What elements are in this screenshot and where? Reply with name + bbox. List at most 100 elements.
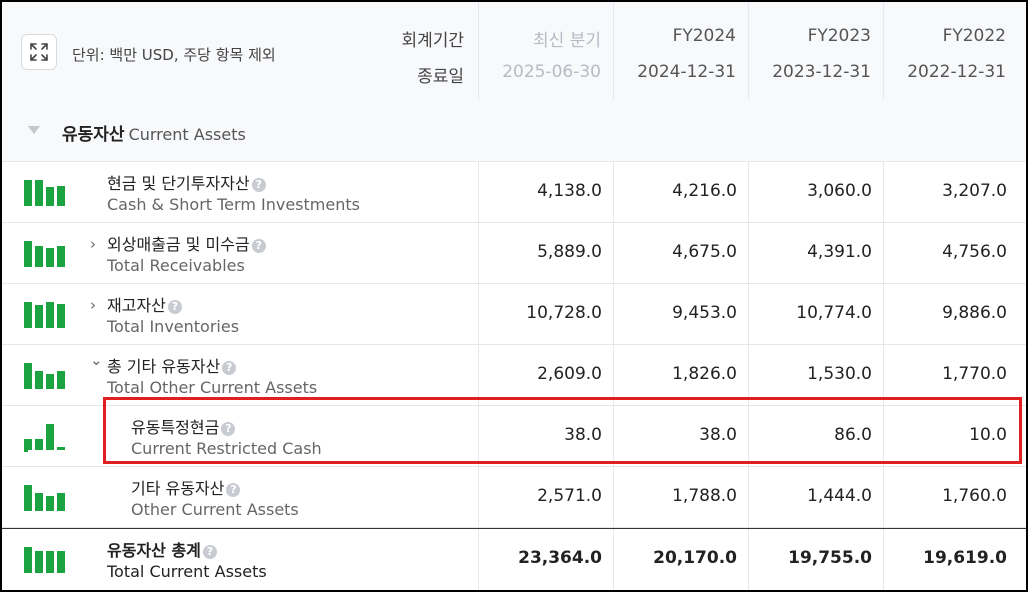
trend-sparkline-icon[interactable] bbox=[24, 545, 68, 575]
column-header-fy2024[interactable]: FY2024 bbox=[613, 26, 736, 46]
row-value: 9,453.0 bbox=[672, 303, 737, 323]
sparkline-bar bbox=[57, 246, 65, 267]
sparkline-bar bbox=[24, 439, 32, 450]
row-name-ko: 총 기타 유동자산? bbox=[107, 353, 237, 377]
sparkline-bar bbox=[57, 304, 65, 328]
sparkline-bar bbox=[46, 302, 54, 328]
trend-sparkline-icon[interactable] bbox=[24, 239, 68, 269]
period-label: 회계기간 bbox=[401, 31, 464, 51]
table-row[interactable]: 기타 유동자산? Other Current Assets 2,571.0 1,788… bbox=[2, 467, 1026, 528]
section-title-en: Current Assets bbox=[128, 125, 246, 144]
row-value: 20,170.0 bbox=[653, 548, 737, 568]
unit-label: 단위: 백만 USD, 주당 항목 제외 bbox=[72, 46, 276, 64]
row-name-en: Other Current Assets bbox=[131, 500, 299, 519]
help-icon[interactable]: ? bbox=[202, 545, 217, 559]
sparkline-bar bbox=[24, 363, 32, 389]
chevron-down-icon[interactable]: ⌄ bbox=[90, 351, 103, 369]
sparkline-bar bbox=[57, 186, 65, 206]
sparkline-bar bbox=[46, 424, 54, 450]
sparkline-bar bbox=[35, 246, 43, 267]
section-title-ko: 유동자산 bbox=[62, 125, 125, 145]
expand-icon bbox=[30, 43, 48, 61]
table-header: 단위: 백만 USD, 주당 항목 제외 회계기간 종료일 최신 분기 2025… bbox=[2, 2, 1026, 101]
section-title: 유동자산 Current Assets bbox=[62, 120, 246, 145]
row-name-ko-text: 총 기타 유동자산 bbox=[107, 357, 221, 376]
row-value: 19,619.0 bbox=[923, 548, 1007, 568]
table-row[interactable]: › 외상매출금 및 미수금? Total Receivables 5,889.0 4,6… bbox=[2, 223, 1026, 284]
row-name-ko: 유동자산 총계? bbox=[107, 537, 217, 561]
table-row[interactable]: 현금 및 단기투자자산? Cash & Short Term Investment… bbox=[2, 162, 1026, 223]
sparkline-bar bbox=[24, 302, 32, 328]
column-header-fy2023[interactable]: FY2023 bbox=[748, 26, 871, 46]
row-value: 3,060.0 bbox=[807, 181, 872, 201]
row-value: 2,571.0 bbox=[537, 486, 602, 506]
sparkline-bar bbox=[46, 248, 54, 267]
column-date-fy2022: 2022-12-31 bbox=[907, 62, 1006, 82]
end-date-label: 종료일 bbox=[417, 67, 464, 87]
triangle-down-icon[interactable] bbox=[27, 125, 41, 135]
sparkline-bar bbox=[57, 551, 65, 573]
row-value: 2,609.0 bbox=[537, 364, 602, 384]
row-value: 1,760.0 bbox=[942, 486, 1007, 506]
row-name-ko-text: 기타 유동자산 bbox=[131, 479, 225, 498]
row-value: 1,444.0 bbox=[807, 486, 872, 506]
sparkline-baseline bbox=[24, 450, 28, 452]
sparkline-bar bbox=[46, 496, 54, 511]
expand-button[interactable] bbox=[21, 34, 57, 70]
sparkline-bar bbox=[57, 371, 65, 389]
table-row[interactable]: 유동자산 총계? Total Current Assets 23,364.0 20,1… bbox=[2, 528, 1026, 590]
help-icon[interactable]: ? bbox=[226, 483, 241, 497]
column-header-latest-quarter[interactable]: 최신 분기 bbox=[478, 26, 601, 51]
row-value: 9,886.0 bbox=[942, 303, 1007, 323]
sparkline-bar bbox=[35, 305, 43, 328]
row-name-ko-text: 외상매출금 및 미수금 bbox=[107, 235, 250, 254]
column-date-fy2023: 2023-12-31 bbox=[772, 62, 871, 82]
sparkline-bar bbox=[46, 374, 54, 389]
row-name-ko-text: 유동자산 총계 bbox=[107, 541, 201, 560]
chevron-right-icon[interactable]: › bbox=[90, 296, 96, 314]
sparkline-bar bbox=[46, 551, 54, 573]
sparkline-bar bbox=[46, 187, 54, 206]
help-icon[interactable]: ? bbox=[251, 239, 266, 253]
row-name-en: Total Other Current Assets bbox=[107, 378, 318, 397]
column-date-fy2024: 2024-12-31 bbox=[637, 62, 736, 82]
sparkline-bar bbox=[35, 371, 43, 389]
help-icon[interactable]: ? bbox=[222, 361, 237, 375]
row-name-ko-text: 재고자산 bbox=[107, 296, 166, 315]
column-date-latest-quarter: 2025-06-30 bbox=[502, 62, 601, 82]
row-value: 4,138.0 bbox=[537, 181, 602, 201]
sparkline-bar bbox=[57, 447, 65, 450]
trend-sparkline-icon[interactable] bbox=[24, 178, 68, 208]
trend-sparkline-icon[interactable] bbox=[24, 483, 68, 513]
trend-sparkline-icon[interactable] bbox=[24, 422, 68, 452]
row-value: 10,728.0 bbox=[526, 303, 602, 323]
trend-sparkline-icon[interactable] bbox=[24, 361, 68, 391]
sparkline-bar bbox=[57, 493, 65, 511]
row-value: 4,756.0 bbox=[942, 242, 1007, 262]
row-name-ko: 외상매출금 및 미수금? bbox=[107, 231, 266, 255]
help-icon[interactable]: ? bbox=[251, 178, 266, 192]
trend-sparkline-icon[interactable] bbox=[24, 300, 68, 330]
row-name-en: Cash & Short Term Investments bbox=[107, 195, 360, 214]
sparkline-bar bbox=[24, 180, 32, 206]
row-value: 23,364.0 bbox=[518, 548, 602, 568]
highlight-box-restricted-cash bbox=[103, 397, 1022, 464]
row-value: 19,755.0 bbox=[788, 548, 872, 568]
row-value: 4,391.0 bbox=[807, 242, 872, 262]
row-name-ko: 현금 및 단기투자자산? bbox=[107, 170, 266, 194]
row-value: 1,530.0 bbox=[807, 364, 872, 384]
row-name-ko: 재고자산? bbox=[107, 292, 182, 316]
help-icon[interactable]: ? bbox=[167, 300, 182, 314]
row-name-ko-text: 현금 및 단기투자자산 bbox=[107, 174, 250, 193]
chevron-right-icon[interactable]: › bbox=[90, 235, 96, 253]
section-current-assets[interactable]: 유동자산 Current Assets bbox=[2, 100, 1026, 162]
column-header-fy2022[interactable]: FY2022 bbox=[883, 26, 1006, 46]
row-value: 10,774.0 bbox=[796, 303, 872, 323]
table-row[interactable]: › 재고자산? Total Inventories 10,728.0 9,453.0 10… bbox=[2, 284, 1026, 345]
row-value: 4,675.0 bbox=[672, 242, 737, 262]
sparkline-bar bbox=[35, 439, 43, 450]
row-name-en: Total Receivables bbox=[107, 256, 245, 275]
row-value: 1,770.0 bbox=[942, 364, 1007, 384]
sparkline-bar bbox=[24, 241, 32, 267]
financial-table: 단위: 백만 USD, 주당 항목 제외 회계기간 종료일 최신 분기 2025… bbox=[0, 0, 1028, 592]
